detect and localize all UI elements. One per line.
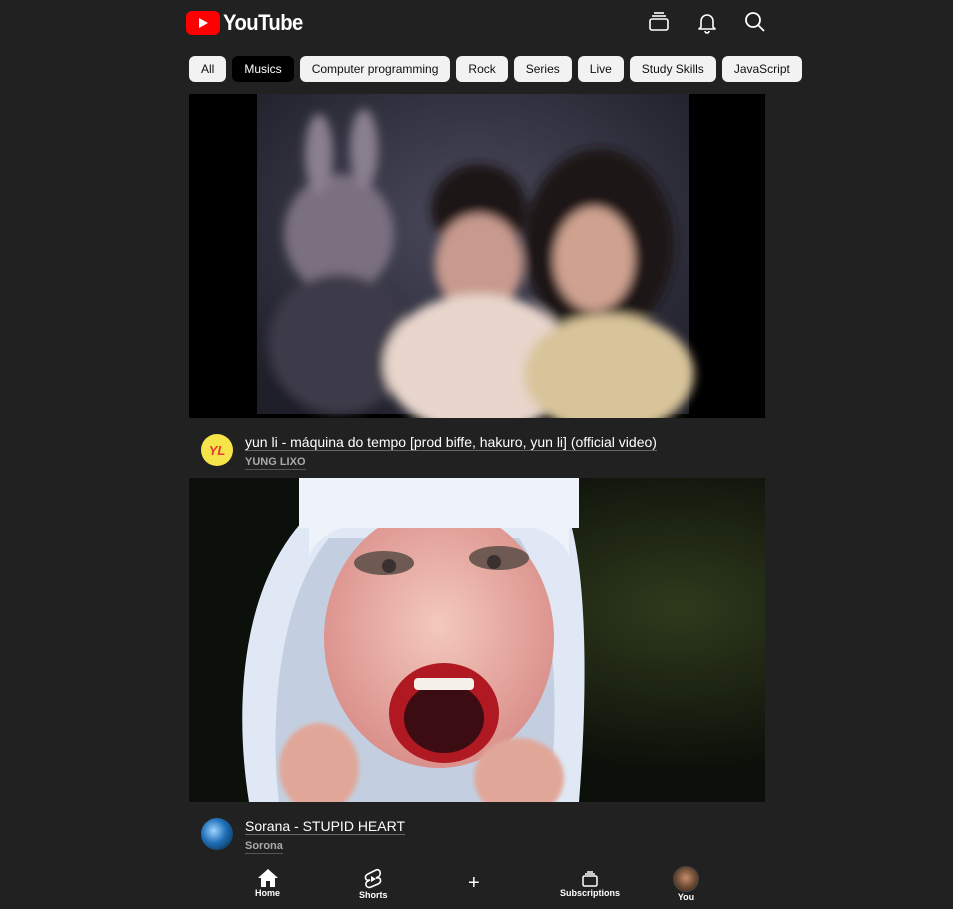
chip-study-skills[interactable]: Study Skills (629, 56, 716, 82)
channel-name[interactable]: Sorona (245, 839, 283, 854)
nav-home[interactable]: Home (255, 868, 280, 898)
bottom-navigation: Home Shorts + Subscriptions You (0, 862, 953, 909)
avatar-logo-text: YL (208, 442, 226, 458)
chip-rock[interactable]: Rock (456, 56, 508, 82)
youtube-logo[interactable]: YouTube (186, 10, 310, 36)
nav-home-label: Home (255, 888, 281, 898)
thumbnail-image (189, 478, 765, 802)
home-icon (257, 869, 278, 887)
chip-musics[interactable]: Musics (232, 56, 294, 82)
nav-shorts[interactable]: Shorts (359, 868, 388, 900)
chip-computer-programming[interactable]: Computer programming (299, 56, 451, 82)
nav-subscriptions-label: Subscriptions (560, 888, 621, 898)
shorts-icon (364, 868, 382, 889)
plus-icon: + (468, 872, 480, 894)
filter-chip-bar: All Musics Computer programming Rock Ser… (189, 56, 802, 82)
chip-series[interactable]: Series (513, 56, 572, 82)
channel-avatar[interactable] (201, 818, 233, 850)
video-title[interactable]: yun li - máquina do tempo [prod biffe, h… (245, 434, 657, 451)
user-avatar (673, 866, 699, 892)
video-thumbnail[interactable] (189, 94, 765, 418)
video-title[interactable]: Sorana - STUPID HEART (245, 818, 406, 835)
logo-text: YouTube (223, 10, 303, 35)
nav-you[interactable]: You (673, 866, 699, 902)
youtube-play-icon (186, 11, 220, 35)
chip-live[interactable]: Live (577, 56, 624, 82)
chip-all[interactable]: All (189, 56, 227, 82)
create-button[interactable]: + (468, 872, 480, 895)
video-thumbnail[interactable] (189, 478, 765, 802)
channel-name[interactable]: YUNG LIXO (245, 455, 306, 470)
channel-avatar[interactable]: YL (201, 434, 233, 466)
thumbnail-image (189, 94, 765, 418)
nav-shorts-label: Shorts (359, 890, 388, 900)
nav-subscriptions[interactable]: Subscriptions (560, 870, 620, 898)
cast-icon[interactable] (647, 10, 671, 34)
chip-javascript[interactable]: JavaScript (721, 56, 802, 82)
bell-icon[interactable] (695, 10, 719, 34)
video-meta: YL yun li - máquina do tempo [prod biffe… (201, 434, 657, 470)
search-icon[interactable] (743, 10, 767, 34)
video-meta: Sorana - STUPID HEART Sorona (201, 818, 406, 854)
top-app-bar: YouTube (0, 0, 953, 48)
subscriptions-icon (582, 871, 598, 887)
nav-you-label: You (677, 892, 695, 902)
